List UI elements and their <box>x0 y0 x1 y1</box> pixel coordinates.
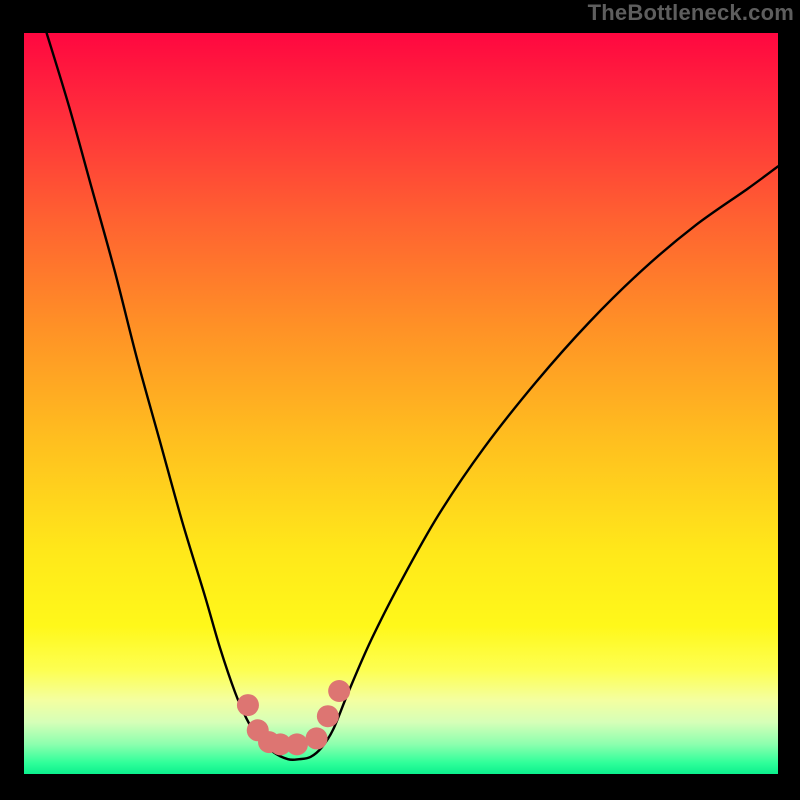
gradient-background <box>24 33 778 774</box>
data-marker <box>328 680 350 702</box>
data-marker <box>237 694 259 716</box>
bottleneck-chart <box>24 33 778 774</box>
plot-area <box>24 33 778 774</box>
credit-label: TheBottleneck.com <box>588 0 794 26</box>
chart-frame: TheBottleneck.com <box>0 0 800 800</box>
data-marker <box>317 705 339 727</box>
data-marker <box>306 727 328 749</box>
data-marker <box>286 733 308 755</box>
